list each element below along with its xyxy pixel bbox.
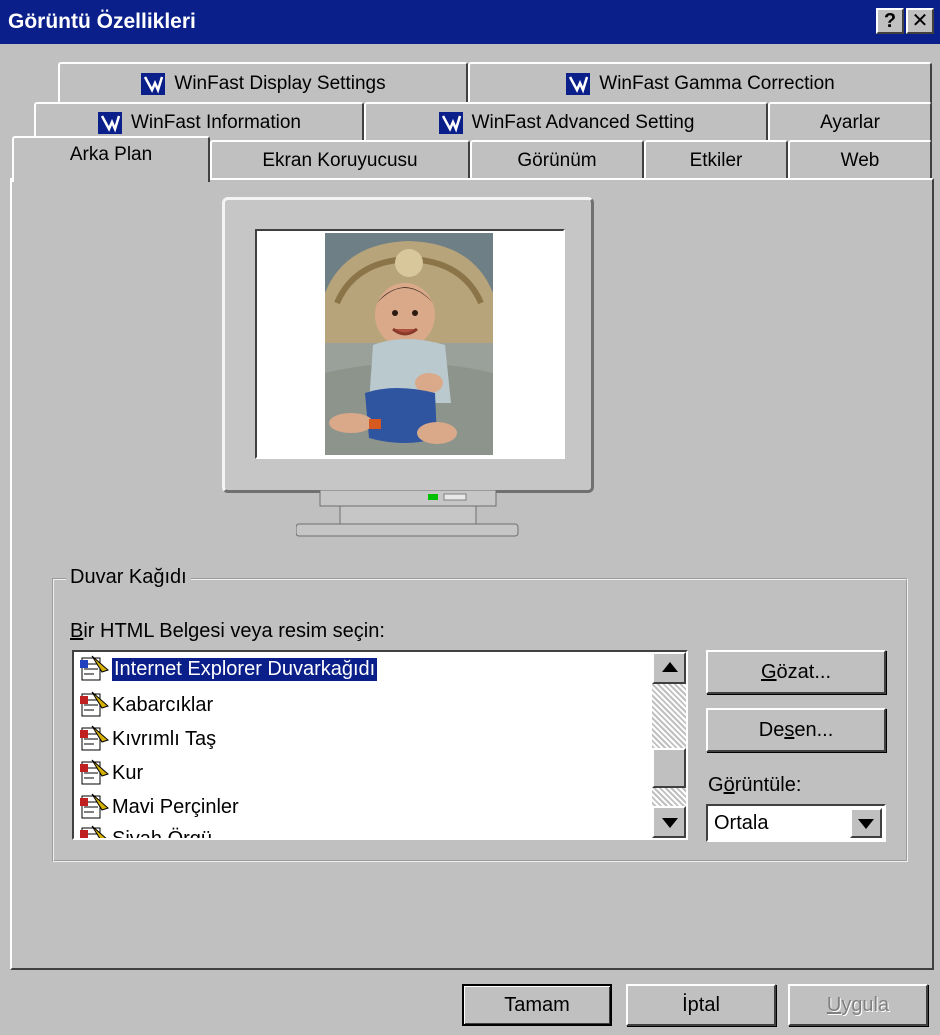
chevron-down-icon [858, 819, 874, 829]
apply-accelerator: U [826, 993, 842, 1016]
tab-ekran-koruyucusu[interactable]: Ekran Koruyucusu [210, 140, 470, 180]
list-label-text: ir HTML Belgesi veya resim seçin: [83, 620, 385, 642]
list-scrollbar[interactable] [652, 652, 686, 838]
list-item-label: Mavi Perçinler [112, 795, 239, 818]
tab-winfast-advanced-setting[interactable]: WinFast Advanced Setting [364, 102, 768, 142]
tab-web[interactable]: Web [788, 140, 932, 180]
winfast-logo-icon [98, 112, 122, 134]
monitor-stand [296, 490, 519, 537]
tab-winfast-display-settings[interactable]: WinFast Display Settings [58, 62, 468, 104]
image-file-icon [80, 759, 109, 785]
apply-button[interactable]: Uygula [788, 984, 928, 1026]
pattern-accelerator: s [784, 718, 795, 741]
window-title: Görüntü Özellikleri [8, 10, 196, 33]
scroll-thumb[interactable] [652, 748, 686, 788]
tab-label: WinFast Advanced Setting [471, 112, 695, 133]
pattern-button[interactable]: De s en... [706, 708, 886, 752]
winfast-logo-icon [141, 73, 166, 95]
tab-label: Etkiler [689, 150, 743, 171]
image-file-icon [80, 825, 107, 838]
list-label-accelerator: B [70, 620, 84, 642]
list-item-kabarciklar[interactable]: Kabarcıklar [78, 690, 213, 720]
list-item-siyah-orgu[interactable]: Siyah Örgü [78, 824, 213, 840]
tab-label: WinFast Display Settings [174, 73, 386, 94]
tab-arka-plan[interactable]: Arka Plan [12, 136, 210, 182]
monitor-preview [222, 197, 594, 493]
list-item-label: Kıvrımlı Taş [112, 727, 217, 750]
list-item-label: Internet Explorer Duvarkağıdı [112, 657, 378, 681]
apply-label: ygula [841, 993, 890, 1016]
tab-gorunum[interactable]: Görünüm [470, 140, 644, 180]
display-label-start: G [708, 774, 724, 796]
title-bar[interactable]: Görüntü Özellikleri ? ✕ [0, 0, 940, 44]
dropdown-button[interactable] [850, 808, 882, 838]
browse-label: özat... [776, 660, 832, 683]
cancel-label: İptal [682, 993, 720, 1016]
html-document-icon [80, 655, 109, 681]
list-item-mavi-percinler[interactable]: Mavi Perçinler [78, 792, 239, 822]
browse-accelerator: G [760, 660, 777, 683]
display-accelerator: ö [723, 774, 735, 796]
pattern-label-end: en... [794, 718, 834, 741]
display-mode-select[interactable]: Ortala [706, 804, 886, 842]
pattern-label-start: De [758, 718, 785, 741]
tab-winfast-gamma-correction[interactable]: WinFast Gamma Correction [468, 62, 932, 104]
tab-label: WinFast Information [131, 112, 301, 133]
winfast-logo-icon [566, 73, 591, 95]
wallpaper-preview-image [325, 233, 493, 455]
tab-label: WinFast Gamma Correction [599, 73, 835, 94]
scroll-up-button[interactable] [652, 652, 686, 684]
tab-etkiler[interactable]: Etkiler [644, 140, 788, 180]
browse-button[interactable]: Gözat... [706, 650, 886, 694]
scroll-down-button[interactable] [652, 806, 686, 838]
list-item-label: Kur [112, 761, 144, 784]
display-mode-value: Ortala [714, 812, 769, 834]
winfast-logo-icon [438, 112, 463, 134]
cancel-button[interactable]: İptal [626, 984, 776, 1026]
list-item-label: Kabarcıklar [112, 693, 214, 716]
ok-label: Tamam [504, 993, 570, 1016]
list-item-kur[interactable]: Kur [78, 758, 143, 788]
ok-button[interactable]: Tamam [462, 984, 612, 1026]
image-file-icon [80, 691, 109, 717]
tab-label: Arka Plan [69, 144, 153, 165]
wallpaper-list[interactable]: Internet Explorer Duvarkağıdı Kabarcıkla… [72, 650, 688, 840]
list-item-internet-explorer[interactable]: Internet Explorer Duvarkağıdı [78, 654, 378, 684]
wallpaper-list-label: Bir HTML Belgesi veya resim seçin: [70, 620, 385, 643]
display-label: Görüntüle: [708, 774, 801, 797]
help-button[interactable]: ? [876, 8, 904, 34]
wallpaper-group-title: Duvar Kağıdı [66, 566, 191, 589]
tab-label: Görünüm [517, 150, 597, 171]
tab-label: Ekran Koruyucusu [262, 150, 418, 171]
monitor-screen [255, 229, 565, 459]
tab-ayarlar[interactable]: Ayarlar [768, 102, 932, 142]
image-file-icon [80, 725, 109, 751]
list-item-kivrimli-tas[interactable]: Kıvrımlı Taş [78, 724, 216, 754]
list-item-label: Siyah Örgü [112, 827, 213, 840]
arrow-down-icon [662, 818, 678, 828]
display-label-end: rüntüle: [734, 774, 802, 796]
close-button[interactable]: ✕ [906, 8, 934, 34]
tab-label: Web [840, 150, 880, 171]
image-file-icon [80, 793, 109, 819]
arrow-up-icon [662, 662, 678, 672]
tab-label: Ayarlar [820, 112, 880, 133]
